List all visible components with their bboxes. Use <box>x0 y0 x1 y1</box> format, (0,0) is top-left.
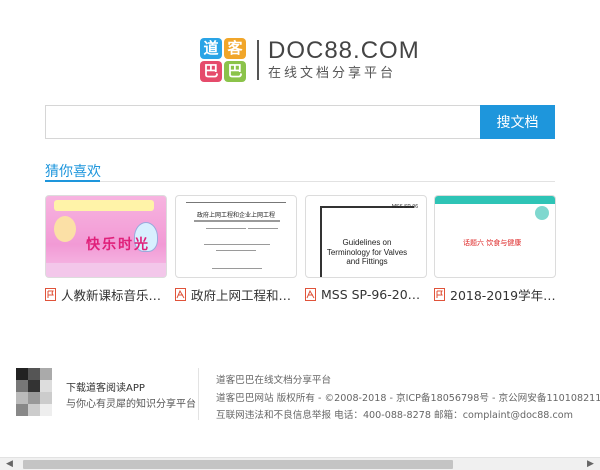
recommendation-card[interactable]: 快乐时光 人教新课标音乐四年... <box>45 195 167 304</box>
horizontal-scrollbar[interactable]: ◀ ▶ <box>0 457 600 470</box>
recommendation-card[interactable]: 政府上网工程和企业上网工程 政府上网工程和企业... <box>175 195 297 304</box>
thumbnail-decoration <box>535 206 549 220</box>
thumbnail-text: Guidelines on Terminology for Valves and… <box>326 238 408 266</box>
app-download-subtitle: 与你心有灵犀的知识分享平台 <box>66 399 196 410</box>
card-title-row[interactable]: 2018-2019学年高... <box>434 285 556 304</box>
thumbnail-text-line <box>212 268 262 269</box>
card-title-row[interactable]: 人教新课标音乐四年... <box>45 285 167 304</box>
thumbnail-code: MSS SP-96 <box>391 204 418 210</box>
scroll-left-icon[interactable]: ◀ <box>3 458 16 470</box>
logo-mark-char: 巴 <box>200 61 222 82</box>
search-button[interactable]: 搜文档 <box>480 105 555 139</box>
scrollbar-thumb[interactable] <box>23 460 453 469</box>
document-flag-icon <box>434 287 445 301</box>
thumbnail-header-line <box>186 202 286 203</box>
logo-divider <box>257 40 259 80</box>
pdf-icon <box>305 287 316 301</box>
search-bar: 搜文档 <box>45 105 555 139</box>
section-title-recommendations[interactable]: 猜你喜欢 <box>45 161 101 181</box>
logo-mark-char: 客 <box>224 38 246 59</box>
recommendation-card[interactable]: MSS SP-96 Guidelines on Terminology for … <box>305 195 427 302</box>
logo-mark-icon: 道 客 巴 巴 <box>200 38 247 82</box>
card-title[interactable]: 政府上网工程和企业... <box>191 285 297 304</box>
thumbnail-illustration <box>54 216 76 242</box>
document-thumbnail[interactable]: MSS SP-96 Guidelines on Terminology for … <box>305 195 427 278</box>
thumbnail-text-line <box>248 228 278 229</box>
thumbnail-text-line <box>206 228 246 229</box>
footer-contact: 互联网违法和不良信息举报 电话：400-088-8278 邮箱：complain… <box>216 410 573 421</box>
thumbnail-text-line <box>204 244 270 245</box>
card-title[interactable]: MSS SP-96-2011G... <box>321 287 427 302</box>
document-thumbnail[interactable]: 快乐时光 <box>45 195 167 278</box>
card-title[interactable]: 2018-2019学年高... <box>450 285 556 304</box>
qr-code-icon <box>16 368 52 416</box>
document-thumbnail[interactable]: 政府上网工程和企业上网工程 <box>175 195 297 278</box>
logo-title: DOC88.COM <box>268 37 420 64</box>
thumbnail-text-line <box>194 220 280 222</box>
document-flag-icon <box>45 287 56 301</box>
section-active-indicator <box>45 180 100 182</box>
logo-subtitle: 在线文档分享平台 <box>268 66 397 81</box>
thumbnail-text: 话题六 饮食与健康 <box>463 239 522 247</box>
footer-line: 道客巴巴在线文档分享平台 <box>216 375 332 386</box>
recommendation-card[interactable]: 话题六 饮食与健康 2018-2019学年高... <box>434 195 556 304</box>
app-download-title[interactable]: 下载道客阅读APP <box>66 379 145 394</box>
thumbnail-decoration <box>435 196 555 204</box>
footer-divider <box>198 368 199 420</box>
card-title-row[interactable]: 政府上网工程和企业... <box>175 285 297 304</box>
thumbnail-text-line <box>216 250 256 251</box>
scroll-right-icon[interactable]: ▶ <box>584 458 597 470</box>
document-thumbnail[interactable]: 话题六 饮食与健康 <box>434 195 556 278</box>
thumbnail-decoration <box>46 263 166 277</box>
search-input[interactable] <box>45 105 480 139</box>
card-title-row[interactable]: MSS SP-96-2011G... <box>305 286 427 302</box>
section-divider <box>45 181 555 182</box>
pdf-icon <box>175 287 186 301</box>
page: 道 客 巴 巴 DOC88.COM 在线文档分享平台 搜文档 猜你喜欢 快乐时光 <box>0 0 600 470</box>
site-logo[interactable]: 道 客 巴 巴 DOC88.COM 在线文档分享平台 <box>200 38 420 82</box>
thumbnail-banner <box>54 200 154 211</box>
logo-mark-char: 巴 <box>224 61 246 82</box>
logo-text: DOC88.COM 在线文档分享平台 <box>268 37 420 82</box>
logo-mark-char: 道 <box>200 38 222 59</box>
card-title[interactable]: 人教新课标音乐四年... <box>61 285 167 304</box>
footer-copyright: 道客巴巴网站 版权所有 - ©2008-2018 - 京ICP备18056798… <box>216 393 600 404</box>
thumbnail-text: 政府上网工程和企业上网工程 <box>196 212 275 219</box>
thumbnail-text: 快乐时光 <box>86 237 150 253</box>
